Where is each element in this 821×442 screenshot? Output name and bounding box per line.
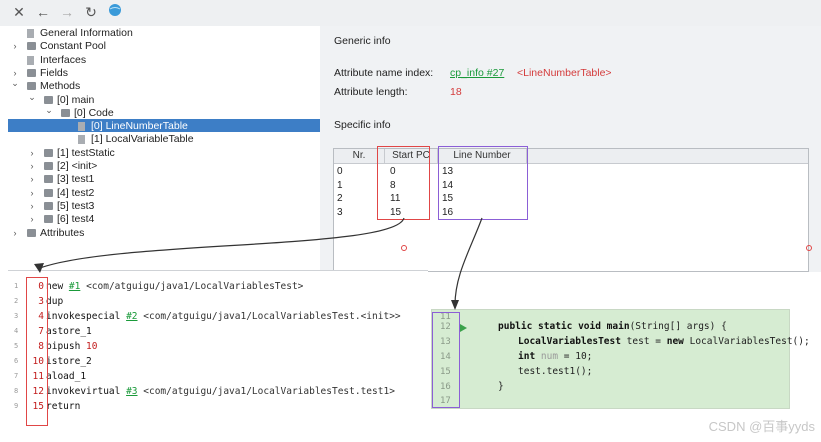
watermark: CSDN @百事yyds: [708, 419, 815, 434]
annotation-arrows: [34, 217, 812, 310]
tree-item[interactable]: [0] LineNumberTable: [0, 120, 320, 133]
file-icon: [78, 122, 85, 132]
tree-item-label: [0] LineNumberTable: [91, 120, 188, 133]
